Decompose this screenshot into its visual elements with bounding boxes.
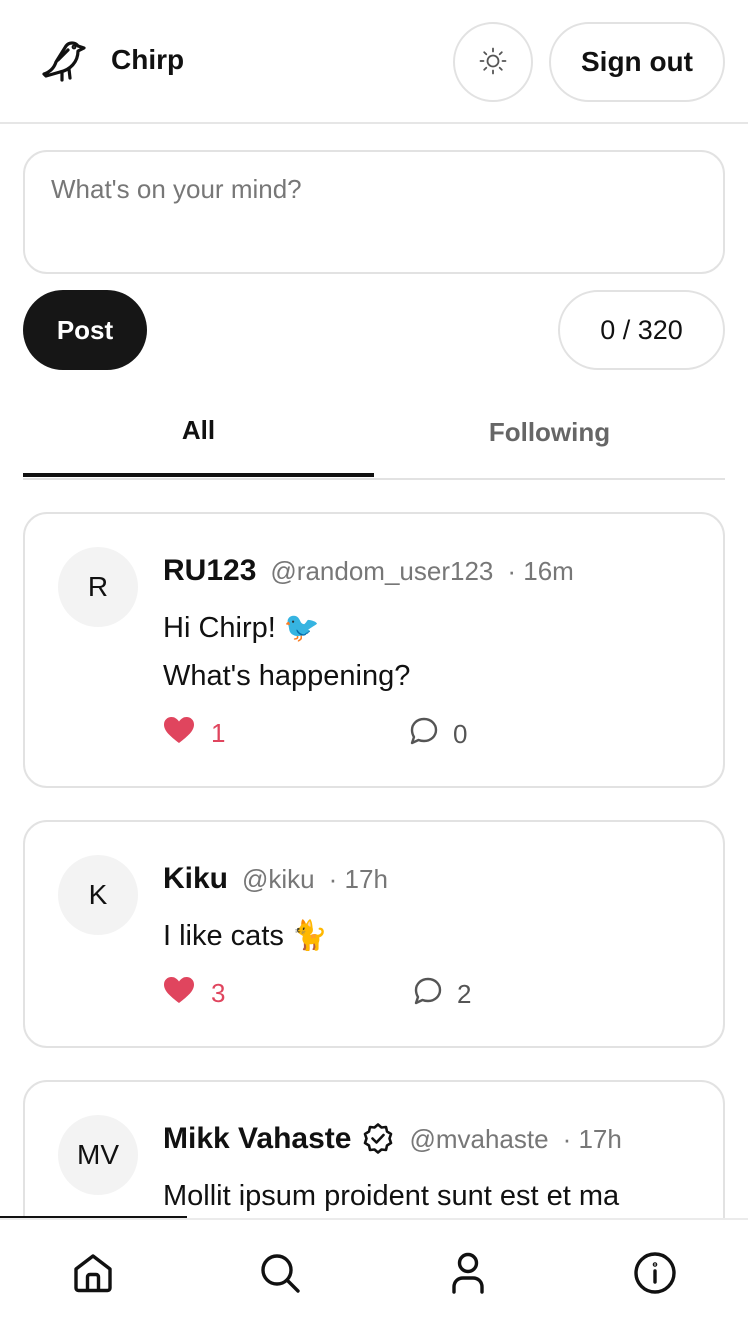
post-meta: RU123 @random_user123 · 16m — [163, 554, 574, 588]
comment-button[interactable]: 0 — [409, 716, 467, 753]
comment-icon — [409, 716, 453, 753]
like-count: 3 — [211, 978, 226, 1008]
post-line: Hi Chirp! 🐦 — [163, 612, 320, 644]
like-button[interactable]: 1 — [163, 716, 225, 751]
author-handle[interactable]: @mvahaste — [409, 1124, 548, 1155]
post-content: Mollit ipsum proident sunt est et ma — [163, 1172, 619, 1220]
avatar[interactable]: R — [58, 547, 138, 627]
author-name[interactable]: RU123 — [163, 554, 256, 588]
avatar[interactable]: K — [58, 855, 138, 935]
post-time: · 17h — [562, 1124, 622, 1154]
theme-toggle-button[interactable] — [453, 22, 533, 102]
tab-all[interactable]: All — [23, 400, 374, 478]
post-meta: Mikk Vahaste @mvahaste · 17h — [163, 1122, 622, 1156]
post-content: I like cats 🐈 — [163, 912, 328, 960]
post-time: · 17h — [328, 864, 388, 894]
tab-following[interactable]: Following — [374, 400, 725, 478]
feed-tabs: All Following — [23, 400, 725, 480]
active-tab-indicator — [23, 473, 374, 477]
post-composer — [23, 150, 725, 274]
character-counter: 0 / 320 — [558, 290, 725, 370]
nav-profile[interactable] — [443, 1250, 493, 1300]
post-input[interactable] — [25, 152, 723, 272]
post-time: · 16m — [507, 556, 574, 586]
avatar[interactable]: MV — [58, 1115, 138, 1195]
author-handle[interactable]: @kiku — [242, 864, 315, 895]
post-card[interactable]: K Kiku @kiku · 17h I like cats 🐈 3 2 — [23, 820, 725, 1048]
author-handle[interactable]: @random_user123 — [270, 556, 493, 587]
post-line: What's happening? — [163, 660, 411, 692]
like-count: 1 — [211, 718, 226, 748]
author-name[interactable]: Mikk Vahaste — [163, 1122, 351, 1156]
comment-count: 0 — [453, 719, 468, 749]
nav-home[interactable] — [68, 1250, 118, 1300]
heart-icon — [163, 716, 211, 751]
profile-icon — [446, 1251, 490, 1300]
home-icon — [71, 1251, 115, 1300]
bottom-navigation — [0, 1218, 748, 1330]
comment-icon — [413, 976, 457, 1013]
heart-icon — [163, 976, 211, 1011]
search-icon — [258, 1251, 302, 1300]
post-content: Hi Chirp! 🐦 What's happening? — [163, 604, 410, 700]
sun-icon — [478, 46, 508, 79]
post-card[interactable]: R RU123 @random_user123 · 16m Hi Chirp! … — [23, 512, 725, 788]
nav-info[interactable] — [630, 1250, 680, 1300]
like-button[interactable]: 3 — [163, 976, 225, 1011]
comment-button[interactable]: 2 — [413, 976, 471, 1013]
post-line: I like cats 🐈 — [163, 920, 329, 952]
comment-count: 2 — [457, 979, 472, 1009]
bird-icon[interactable] — [38, 38, 88, 84]
author-name[interactable]: Kiku — [163, 862, 228, 896]
app-brand-name[interactable]: Chirp — [111, 44, 184, 76]
info-icon — [633, 1251, 677, 1300]
post-line: Mollit ipsum proident sunt est et ma — [163, 1180, 620, 1212]
post-button[interactable]: Post — [23, 290, 147, 370]
verified-badge-icon — [361, 1122, 395, 1156]
nav-search[interactable] — [255, 1250, 305, 1300]
top-header: Chirp Sign out — [0, 0, 748, 124]
post-meta: Kiku @kiku · 17h — [163, 862, 388, 896]
sign-out-button[interactable]: Sign out — [549, 22, 725, 102]
